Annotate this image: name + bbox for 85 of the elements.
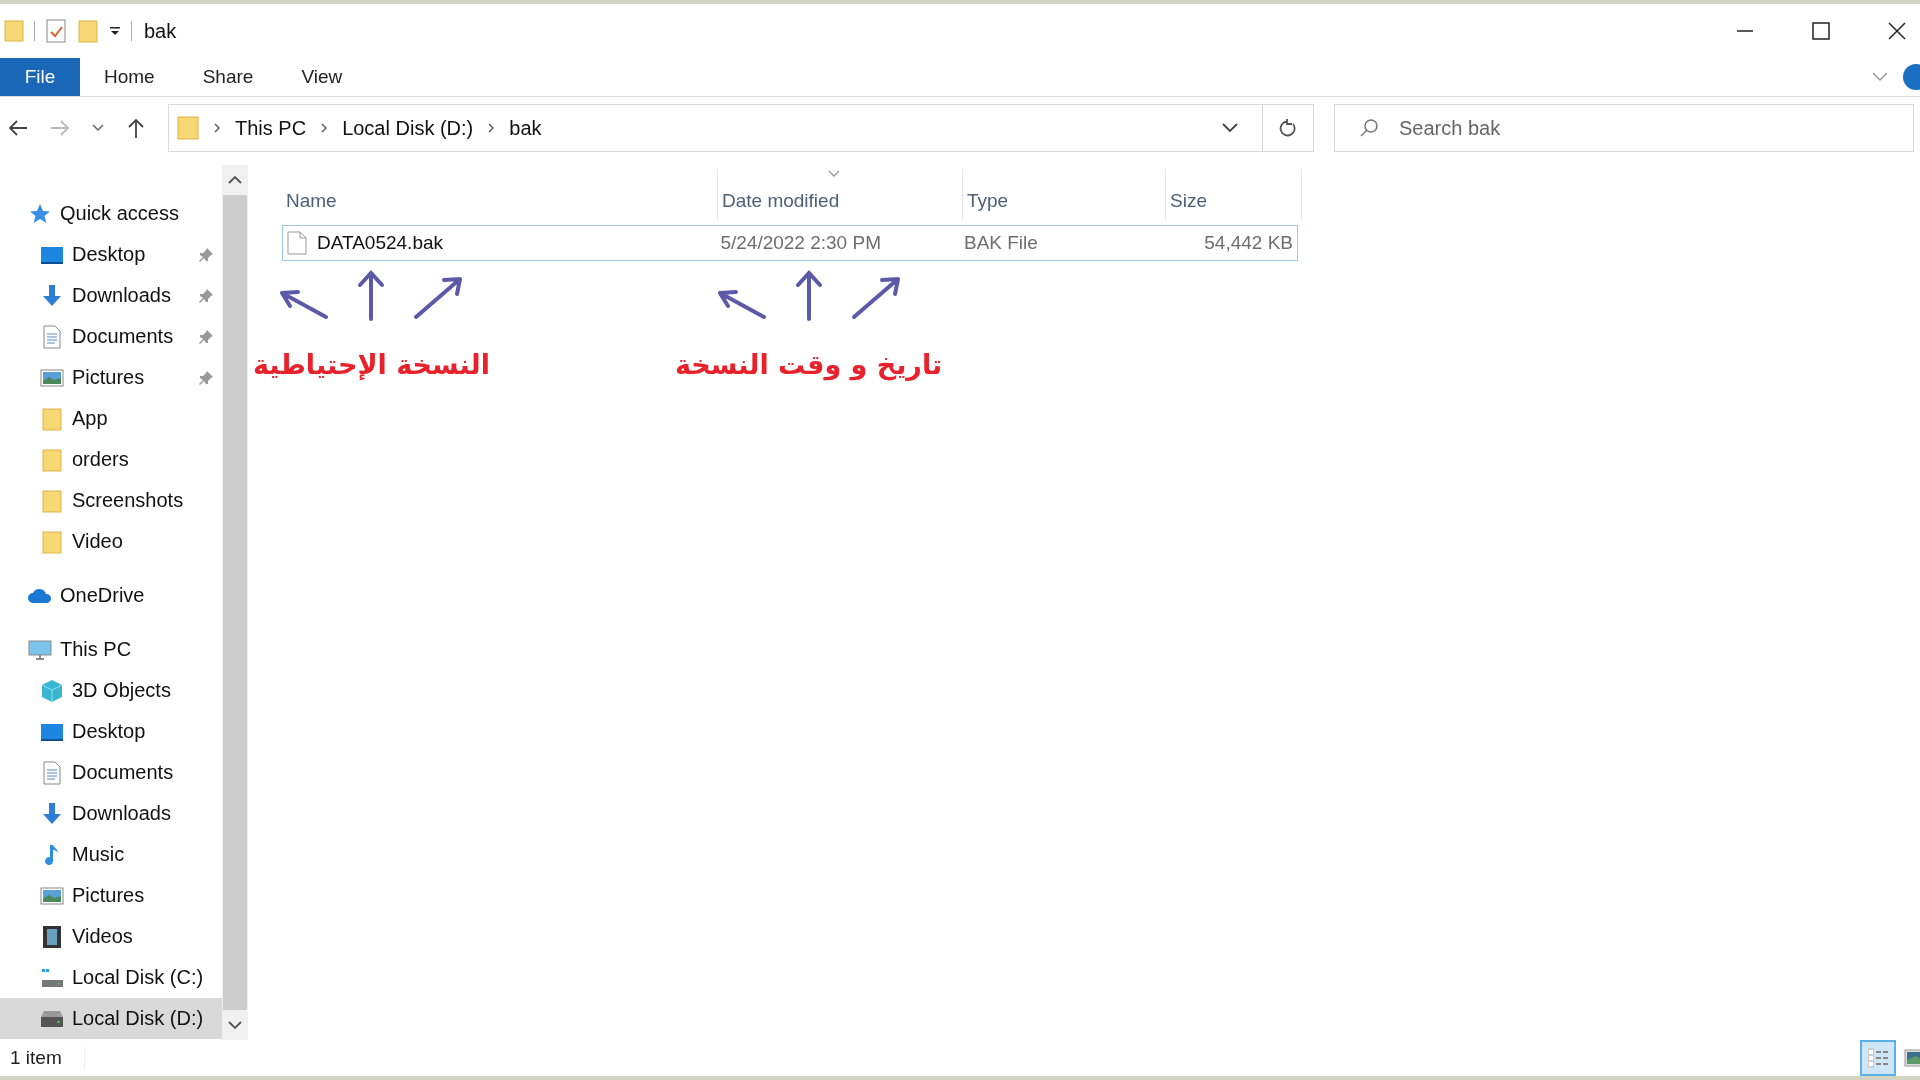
nav-item[interactable]: Documents — [0, 316, 222, 357]
file-name: DATA0524.bak — [317, 232, 444, 254]
back-arrow-icon[interactable] — [8, 119, 28, 137]
nav-item[interactable]: OneDrive — [0, 575, 222, 616]
sort-caret-icon — [828, 170, 840, 177]
arrow — [851, 277, 900, 319]
column-header[interactable]: Type — [963, 169, 1166, 221]
up-arrow-icon[interactable] — [126, 117, 146, 139]
pin-icon[interactable] — [198, 369, 214, 386]
nav-item[interactable]: Downloads — [0, 275, 222, 316]
nav-item[interactable]: Videos — [0, 916, 222, 957]
computer-icon — [28, 637, 52, 662]
breadcrumb-item[interactable]: This PC — [235, 116, 307, 140]
down-arrow-icon — [40, 801, 64, 826]
nav-item[interactable]: Pictures — [0, 357, 222, 398]
ribbon-tab[interactable]: Home — [80, 58, 179, 96]
table-cell-text: BAK File — [962, 232, 1039, 254]
document-icon — [40, 324, 64, 349]
breadcrumb-item[interactable]: Local Disk (D:) — [342, 116, 474, 140]
nav-item[interactable]: Screenshots — [0, 480, 222, 521]
nav-item[interactable]: 3D Objects — [0, 670, 222, 711]
chevron-right-icon[interactable] — [320, 123, 329, 133]
pin-icon[interactable] — [198, 328, 214, 345]
help-icon[interactable] — [1902, 63, 1920, 91]
file-icon — [287, 231, 307, 255]
breadcrumb-item[interactable]: bak — [509, 116, 542, 140]
nav-item[interactable]: Local Disk (D:) — [0, 998, 222, 1039]
dropdown-icon[interactable] — [109, 25, 121, 37]
nav-item[interactable]: Desktop — [0, 711, 222, 752]
folder-icon — [177, 115, 199, 141]
column-header[interactable]: Date modified — [718, 169, 963, 221]
chevron-down-icon[interactable] — [228, 1020, 242, 1030]
ribbon-tab[interactable]: File — [0, 58, 80, 96]
nav-item[interactable]: Quick access — [0, 193, 222, 234]
nav-item[interactable]: orders — [0, 439, 222, 480]
nav-item[interactable]: Music — [0, 834, 222, 875]
window-title: bak — [144, 19, 177, 43]
details-list-icon — [1865, 1045, 1891, 1071]
table-cell-text: 54,442 KB — [1203, 232, 1294, 254]
nav-item[interactable]: Downloads — [0, 793, 222, 834]
chevron-right-icon[interactable] — [487, 123, 496, 133]
chevron-down-icon[interactable] — [1222, 123, 1238, 133]
arrow — [795, 270, 822, 321]
chevron-right-icon[interactable] — [213, 123, 221, 133]
checklist-icon[interactable] — [45, 18, 67, 44]
pin-icon[interactable] — [198, 287, 214, 304]
nav-item[interactable]: Local Disk (C:) — [0, 957, 222, 998]
folder-icon — [4, 19, 24, 43]
item-count: 1 item — [0, 1047, 85, 1069]
nav-item[interactable]: Desktop — [0, 234, 222, 275]
document-icon — [40, 760, 64, 785]
folder-icon — [40, 406, 64, 431]
arrow — [358, 270, 385, 321]
address-bar[interactable]: This PC Local Disk (D:) bak — [168, 104, 1314, 152]
annotation-text: النسخة الإحتياطية — [253, 349, 490, 380]
chevron-up-icon[interactable] — [228, 175, 242, 185]
refresh-icon — [1279, 118, 1297, 138]
nav-item[interactable]: This PC — [0, 629, 222, 670]
nav-item[interactable]: Video — [0, 521, 222, 562]
file-row[interactable]: DATA0524.bak 5/24/2022 2:30 PM BAK File 54,442 KB — [282, 225, 1298, 261]
down-arrow-icon — [40, 283, 64, 308]
close-icon[interactable] — [1888, 22, 1906, 40]
details-view-button[interactable] — [1860, 1040, 1896, 1076]
ribbon-tab[interactable]: View — [277, 58, 367, 96]
maximize-icon[interactable] — [1812, 22, 1830, 40]
arrow — [717, 290, 766, 319]
table-cell-text: 5/24/2022 2:30 PM — [719, 232, 882, 254]
folder-icon — [40, 488, 64, 513]
nav-item[interactable]: Documents — [0, 752, 222, 793]
search-icon — [1359, 118, 1379, 138]
column-header[interactable]: Name — [282, 169, 718, 221]
nav-item[interactable]: App — [0, 398, 222, 439]
cube-icon — [40, 678, 64, 703]
folder-icon — [40, 529, 64, 554]
film-icon — [40, 924, 64, 949]
nav-item[interactable]: Pictures — [0, 875, 222, 916]
chevron-down-icon[interactable] — [92, 124, 104, 132]
annotation-text: تاريخ و وقت النسخة — [675, 349, 943, 380]
arrow — [280, 290, 329, 319]
ribbon-tab[interactable]: Share — [178, 58, 278, 96]
pin-icon[interactable] — [198, 246, 214, 263]
folder-icon — [40, 447, 64, 472]
arrow — [414, 277, 463, 319]
search-box[interactable]: Search bak — [1334, 104, 1914, 152]
column-header[interactable]: Size — [1166, 169, 1302, 221]
